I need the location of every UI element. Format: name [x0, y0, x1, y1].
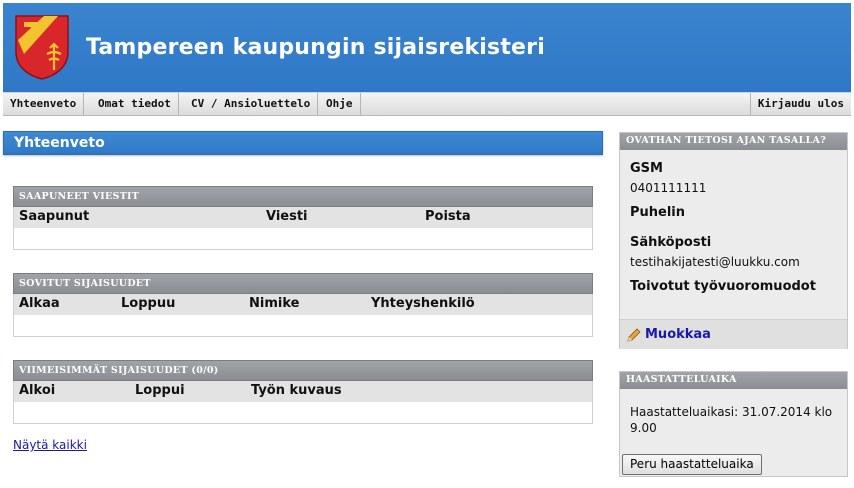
app-title: Tampereen kaupungin sijaisrekisteri — [86, 35, 545, 60]
interview-box: HAASTATTELUAIKA Haastatteluaikasi: 31.07… — [619, 371, 848, 477]
nav-omat-tiedot[interactable]: Omat tiedot — [91, 93, 179, 115]
received-messages-section: SAAPUNEET VIESTIT Saapunut Viesti Poista — [13, 186, 593, 250]
email-value: testihakijatesti@luukku.com — [630, 255, 800, 269]
phone-label: Puhelin — [630, 205, 686, 220]
nav-cv[interactable]: CV / Ansioluettelo — [184, 93, 319, 115]
table-header: Alkoi Loppui Työn kuvaus — [13, 381, 593, 402]
column-header: Alkaa — [19, 296, 60, 311]
table-header: Saapunut Viesti Poista — [13, 207, 593, 228]
section-title: VIIMEISIMMÄT SIJAISUUDET (0/0) — [13, 360, 593, 381]
column-header: Yhteyshenkilö — [371, 296, 475, 311]
table-header: Alkaa Loppuu Nimike Yhteyshenkilö — [13, 294, 593, 315]
logout-link[interactable]: Kirjaudu ulos — [749, 93, 851, 115]
gsm-label: GSM — [630, 161, 663, 176]
column-header: Poista — [425, 209, 471, 224]
column-header: Saapunut — [19, 209, 90, 224]
shifts-label: Toivotut työvuoromuodot — [630, 279, 816, 294]
nav-ohje[interactable]: Ohje — [319, 93, 361, 115]
page-title: Yhteenveto — [3, 131, 603, 155]
column-header: Viesti — [266, 209, 308, 224]
table-body — [13, 315, 593, 337]
cancel-interview-button[interactable]: Peru haastatteluaika — [622, 454, 762, 475]
main-nav: Yhteenveto Omat tiedot CV / Ansioluettel… — [3, 92, 851, 116]
interview-time-text: Haastatteluaikasi: 31.07.2014 klo 9.00 — [630, 405, 833, 435]
gsm-value: 0401111111 — [630, 181, 707, 195]
section-title: SAAPUNEET VIESTIT — [13, 186, 593, 207]
box-title: OVATHAN TIETOSI AJAN TASALLA? — [620, 133, 847, 150]
column-header: Alkoi — [19, 383, 56, 398]
table-body — [13, 228, 593, 250]
column-header: Työn kuvaus — [251, 383, 342, 398]
tampere-coat-of-arms-icon — [15, 15, 69, 80]
edit-row: Muokkaa — [620, 319, 847, 349]
section-title: SOVITUT SIJAISUUDET — [13, 273, 593, 294]
column-header: Nimike — [249, 296, 300, 311]
box-title: HAASTATTELUAIKA — [620, 372, 847, 389]
pencil-icon — [627, 328, 641, 342]
edit-link[interactable]: Muokkaa — [645, 327, 711, 342]
contact-info-box: OVATHAN TIETOSI AJAN TASALLA? GSM 040111… — [619, 132, 848, 349]
nav-yhteenveto[interactable]: Yhteenveto — [3, 93, 85, 115]
column-header: Loppui — [135, 383, 185, 398]
show-all-link[interactable]: Näytä kaikki — [13, 438, 87, 452]
app-header: Tampereen kaupungin sijaisrekisteri — [3, 3, 851, 92]
column-header: Loppuu — [121, 296, 176, 311]
email-label: Sähköposti — [630, 235, 712, 250]
recent-substitutions-section: VIIMEISIMMÄT SIJAISUUDET (0/0) Alkoi Lop… — [13, 360, 593, 424]
agreed-substitutions-section: SOVITUT SIJAISUUDET Alkaa Loppuu Nimike … — [13, 273, 593, 337]
table-body — [13, 402, 593, 424]
